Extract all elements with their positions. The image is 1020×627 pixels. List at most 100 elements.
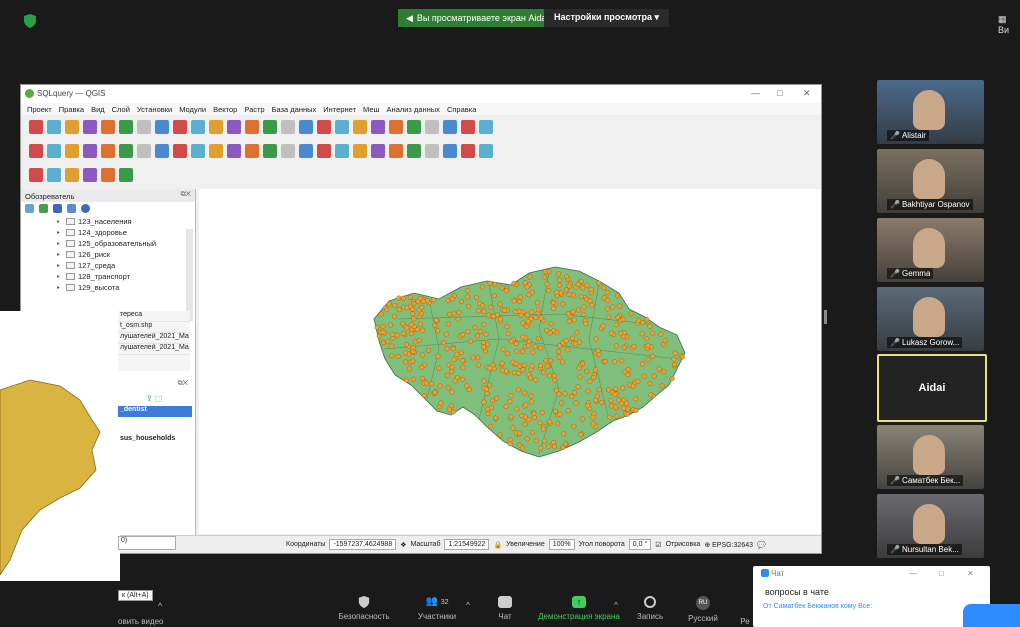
tool-icon[interactable] [371, 120, 385, 134]
tool-icon[interactable] [479, 120, 493, 134]
menu-item[interactable]: Интернет [323, 105, 356, 114]
tool-icon[interactable] [263, 144, 277, 158]
tool-icon[interactable] [191, 144, 205, 158]
tool-icon[interactable] [227, 144, 241, 158]
security-button[interactable]: Безопасность [334, 596, 394, 621]
tool-icon[interactable] [299, 144, 313, 158]
tool-icon[interactable] [245, 144, 259, 158]
expand-icon[interactable]: ▸ [57, 240, 63, 247]
layer-households[interactable]: sus_households [118, 435, 192, 442]
minimize-icon[interactable]: — [751, 88, 760, 98]
chat-maximize-icon[interactable]: □ [939, 569, 944, 578]
filter-icon[interactable] [53, 204, 62, 213]
menu-item[interactable]: Вектор [213, 105, 237, 114]
left-coord-field[interactable]: 0) [118, 536, 176, 550]
reactions-label[interactable]: Ре [738, 617, 752, 626]
tree-item[interactable]: ▸ 128_транспорт [57, 271, 195, 282]
tree-item[interactable]: ▸ 124_здоровье [57, 227, 195, 238]
tool-icon[interactable] [335, 144, 349, 158]
tool-icon[interactable] [137, 144, 151, 158]
close-icon[interactable]: ✕ [803, 88, 811, 99]
tree-item[interactable]: ▸ 123_населения [57, 216, 195, 227]
messages-icon[interactable]: 💬 [757, 541, 766, 549]
participants-caret-icon[interactable]: ^ [462, 601, 474, 610]
tree-item[interactable]: ▸ 129_высота [57, 282, 195, 293]
tool-icon[interactable] [443, 120, 457, 134]
menu-item[interactable]: Слой [112, 105, 130, 114]
tool-icon[interactable] [101, 120, 115, 134]
layers-panel-controls[interactable]: ⧉✕ [118, 380, 192, 394]
crs-button[interactable]: ⊕ EPSG:32643 [704, 541, 753, 549]
scale-field[interactable]: 1:21549922 [444, 539, 490, 550]
chat-button[interactable]: Чат [488, 596, 522, 621]
stop-video-label[interactable]: овить видео [118, 617, 164, 626]
tool-icon[interactable] [65, 144, 79, 158]
tool-icon[interactable] [281, 144, 295, 158]
tool-icon[interactable] [155, 120, 169, 134]
chat-close-icon[interactable]: ✕ [967, 569, 974, 578]
tool-icon[interactable] [47, 168, 61, 182]
participant-tile[interactable]: 🎤 Lukasz Gorow... [877, 287, 984, 351]
tool-icon[interactable] [47, 144, 61, 158]
tool-icon[interactable] [461, 144, 475, 158]
expand-icon[interactable]: ▸ [57, 273, 63, 280]
tool-icon[interactable] [443, 144, 457, 158]
tool-icon[interactable] [281, 120, 295, 134]
map-canvas[interactable] [199, 189, 821, 534]
tool-icon[interactable] [65, 168, 79, 182]
participant-tile[interactable]: 🎤 Nursultan Bek... [877, 494, 984, 558]
tool-icon[interactable] [407, 144, 421, 158]
extent-icon[interactable]: ❖ [400, 541, 406, 549]
browser-scrollbar[interactable] [186, 229, 193, 321]
tool-icon[interactable] [47, 120, 61, 134]
expand-icon[interactable]: ▸ [57, 262, 63, 269]
layer-dentist[interactable]: _dentist [118, 406, 192, 417]
refresh-icon[interactable] [39, 204, 48, 213]
splitter-handle[interactable] [824, 310, 827, 324]
tool-icon[interactable] [83, 120, 97, 134]
tool-icon[interactable] [101, 168, 115, 182]
participant-tile[interactable]: 🎤 Саматбек Бек... [877, 425, 984, 489]
tool-icon[interactable] [299, 120, 313, 134]
participant-tile[interactable]: 🎤 Bakhtiyar Ospanov [877, 149, 984, 213]
rotation-field[interactable]: 0,0 ° [628, 539, 652, 550]
participant-tile[interactable]: 🎤 Alistair [877, 80, 984, 144]
tool-icon[interactable] [245, 120, 259, 134]
record-button[interactable]: Запись [630, 596, 670, 621]
menu-item[interactable]: Анализ данных [387, 105, 440, 114]
tool-icon[interactable] [173, 120, 187, 134]
tree-item[interactable]: ▸ 125_образовательный [57, 238, 195, 249]
shield-icon[interactable] [24, 14, 36, 28]
tool-icon[interactable] [209, 144, 223, 158]
video-caret-icon[interactable]: ^ [158, 601, 162, 611]
menu-item[interactable]: Проект [27, 105, 52, 114]
tool-icon[interactable] [119, 120, 133, 134]
file-list-item[interactable]: лушателей_2021_Ма [118, 333, 190, 344]
menu-item[interactable]: Справка [447, 105, 476, 114]
tool-icon[interactable] [101, 144, 115, 158]
maximize-icon[interactable]: □ [777, 88, 782, 98]
tool-icon[interactable] [65, 120, 79, 134]
menu-item[interactable]: Правка [59, 105, 84, 114]
tool-icon[interactable] [317, 144, 331, 158]
view-options-button[interactable]: Настройки просмотра ▾ [544, 9, 670, 27]
chat-minimize-icon[interactable]: — [909, 569, 917, 578]
tool-icon[interactable] [29, 168, 43, 182]
view-button[interactable]: ▦ Ви [998, 14, 1020, 35]
participant-tile[interactable]: 🎤 Gemma [877, 218, 984, 282]
tool-icon[interactable] [83, 144, 97, 158]
menu-item[interactable]: Растр [244, 105, 264, 114]
participant-tile[interactable]: Aidai [877, 354, 987, 422]
file-list-item[interactable]: тереса [118, 311, 190, 322]
tool-icon[interactable] [119, 144, 133, 158]
tool-icon[interactable] [461, 120, 475, 134]
tool-icon[interactable] [425, 144, 439, 158]
lock-icon[interactable]: 🔒 [493, 541, 502, 549]
expand-icon[interactable]: ▸ [57, 218, 63, 225]
tool-icon[interactable] [263, 120, 277, 134]
tool-icon[interactable] [29, 120, 43, 134]
menu-item[interactable]: Модули [179, 105, 206, 114]
participants-button[interactable]: 👥 32 Участники [410, 596, 464, 621]
tool-icon[interactable] [353, 120, 367, 134]
tool-icon[interactable] [191, 120, 205, 134]
